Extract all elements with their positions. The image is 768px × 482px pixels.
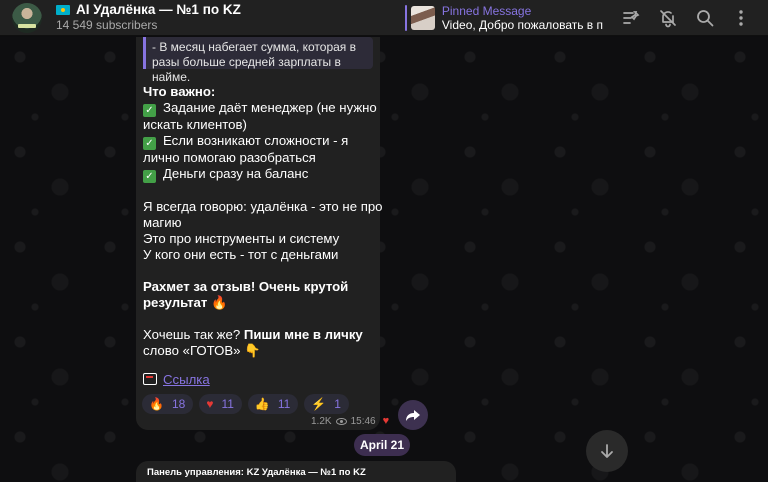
cta-line: Хочешь так же? Пиши мне в личку xyxy=(143,327,363,342)
forward-icon xyxy=(406,410,420,421)
reactions: 🔥 18 ♥ 11 👍 11 ⚡ 1 xyxy=(142,394,349,414)
forward-button[interactable] xyxy=(398,400,428,430)
check-icon: ✓ xyxy=(143,104,156,117)
important-heading: Что важно: xyxy=(143,84,216,99)
checklist-item: ✓ Задание даёт менеджер (не нужно xyxy=(143,100,377,117)
link-row[interactable]: Ссылка xyxy=(143,372,210,387)
para-line: Я всегда говорю: удалёнка - это не про xyxy=(143,199,383,214)
heart-icon: ♥ xyxy=(382,415,390,427)
lightning-icon: ⚡ xyxy=(311,397,327,411)
check-icon: ✓ xyxy=(143,170,156,183)
scroll-down-button[interactable] xyxy=(586,430,628,472)
search-icon[interactable] xyxy=(693,6,717,30)
heart-icon: ♥ xyxy=(206,397,214,411)
thanks-line: результат 🔥 xyxy=(143,295,228,310)
para-line: магию xyxy=(143,215,182,230)
reaction-thumbs-up[interactable]: 👍 11 xyxy=(247,394,299,414)
checklist-item-cont: искать клиентов) xyxy=(143,117,247,132)
pinned-message[interactable]: Pinned Message Video, Добро пожаловать в… xyxy=(405,3,603,33)
chat-header[interactable]: AI Удалёнка — №1 по KZ 14 549 subscriber… xyxy=(0,0,768,36)
reaction-lightning[interactable]: ⚡ 1 xyxy=(304,394,349,414)
date-divider: April 21 xyxy=(354,434,410,456)
link[interactable]: Ссылка xyxy=(163,372,210,387)
more-icon[interactable] xyxy=(729,6,753,30)
next-message-preview: Панель управления: KZ Удалёнка — №1 по K… xyxy=(147,467,366,478)
view-count: 1.2K xyxy=(311,415,332,427)
channel-title: AI Удалёнка — №1 по KZ xyxy=(56,2,386,18)
eye-icon xyxy=(335,417,347,425)
pinned-text: Video, Добро пожаловать в п... xyxy=(441,17,603,32)
fire-icon: 🔥 xyxy=(149,397,164,411)
thanks-line: Рахмет за отзыв! Очень крутой xyxy=(143,279,349,294)
pinned-thumbnail xyxy=(410,6,435,30)
video-icon xyxy=(143,373,157,385)
cta-line: слово «ГОТОВ» 👇 xyxy=(143,343,261,358)
message-time: 15:46 xyxy=(350,415,376,427)
reaction-heart[interactable]: ♥ 11 xyxy=(199,394,242,414)
checklist-item: ✓ Если возникают сложности - я xyxy=(143,133,375,150)
channel-avatar[interactable] xyxy=(12,2,42,33)
kz-flag-icon xyxy=(56,5,70,15)
thumbs-up-icon: 👍 xyxy=(254,397,270,411)
reaction-fire[interactable]: 🔥 18 xyxy=(142,394,194,414)
blockquote: - В месяц набегает сумма, которая в разы… xyxy=(143,37,373,84)
check-icon: ✓ xyxy=(143,137,156,150)
checklist-item-cont: лично помогаю разобраться xyxy=(143,150,316,165)
checklist-item: ✓ Деньги сразу на баланс xyxy=(143,166,375,183)
pinned-title: Pinned Message xyxy=(441,3,532,18)
para-line: У кого они есть - тот с деньгами xyxy=(143,247,339,262)
message-text: Что важно: ✓ Задание даёт менеджер (не ну… xyxy=(143,84,383,359)
subscriber-count: 14 549 subscribers xyxy=(56,18,158,32)
para-line: Это про инструменты и систему xyxy=(143,231,340,246)
pinned-list-icon[interactable] xyxy=(619,6,643,30)
pinned-indicator-bar xyxy=(405,5,407,31)
arrow-down-icon xyxy=(601,444,613,458)
message-meta: 1.2K 15:46 ♥ xyxy=(311,415,389,427)
mute-icon[interactable] xyxy=(656,6,680,30)
channel-info[interactable]: AI Удалёнка — №1 по KZ 14 549 subscriber… xyxy=(56,2,386,33)
